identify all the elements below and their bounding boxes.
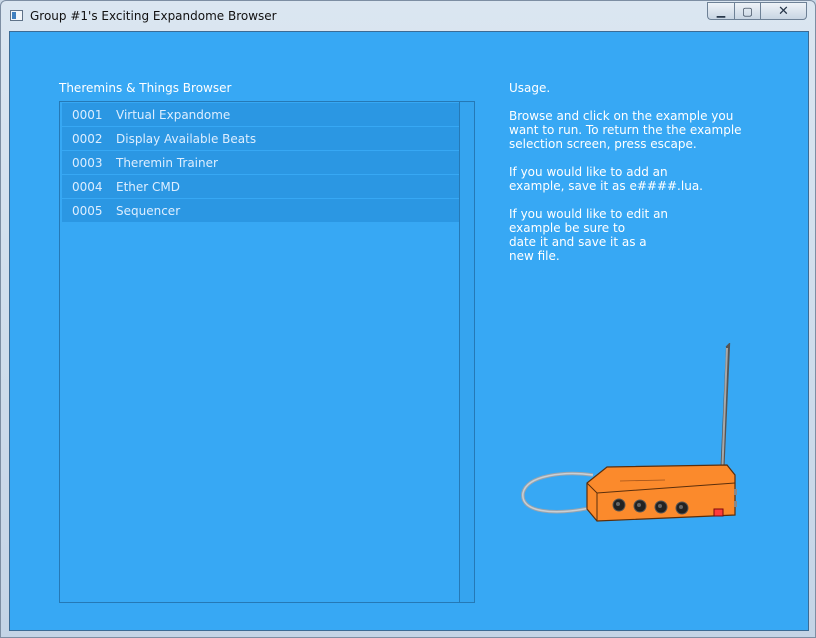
maximize-button[interactable]: ▢ <box>734 2 760 20</box>
usage-panel: Usage. Browse and click on the example y… <box>509 81 779 277</box>
list-item[interactable]: 0003 Theremin Trainer <box>62 151 459 174</box>
item-number: 0003 <box>72 155 103 170</box>
item-number: 0002 <box>72 131 103 146</box>
theremin-device-icon <box>521 343 737 522</box>
minimize-button[interactable]: ▁ <box>707 2 734 20</box>
example-list-items: 0001 Virtual Expandome 0002 Display Avai… <box>62 103 459 223</box>
maximize-icon: ▢ <box>742 4 753 18</box>
item-number: 0004 <box>72 179 103 194</box>
client-area: Theremins & Things Browser 0001 Virtual … <box>9 31 809 631</box>
item-number: 0005 <box>72 203 103 218</box>
item-name: Display Available Beats <box>116 131 257 146</box>
window-controls: ▁ ▢ ✕ <box>707 2 807 20</box>
title-bar[interactable]: Group #1's Exciting Expandome Browser ▁ … <box>1 1 815 31</box>
usage-heading: Usage. <box>509 81 551 95</box>
minimize-icon: ▁ <box>716 4 726 18</box>
list-item[interactable]: 0005 Sequencer <box>62 199 459 222</box>
usage-paragraph-add: If you would like to add an example, sav… <box>509 165 703 193</box>
list-scrollbar[interactable] <box>459 102 474 602</box>
close-icon: ✕ <box>778 3 789 19</box>
window-title: Group #1's Exciting Expandome Browser <box>30 9 277 23</box>
item-name: Virtual Expandome <box>116 107 231 122</box>
usage-paragraph-edit: If you would like to edit an example be … <box>509 207 669 263</box>
item-name: Sequencer <box>116 203 181 218</box>
item-name: Theremin Trainer <box>116 155 218 170</box>
app-icon <box>10 10 23 21</box>
list-item[interactable]: 0001 Virtual Expandome <box>62 103 459 126</box>
example-list: 0001 Virtual Expandome 0002 Display Avai… <box>59 101 475 603</box>
list-item[interactable]: 0004 Ether CMD <box>62 175 459 198</box>
item-name: Ether CMD <box>116 179 180 194</box>
close-button[interactable]: ✕ <box>760 2 807 20</box>
usage-paragraph-browse: Browse and click on the example you want… <box>509 109 742 151</box>
item-number: 0001 <box>72 107 103 122</box>
browser-title: Theremins & Things Browser <box>59 81 232 95</box>
app-window: Group #1's Exciting Expandome Browser ▁ … <box>0 0 816 638</box>
list-item[interactable]: 0002 Display Available Beats <box>62 127 459 150</box>
